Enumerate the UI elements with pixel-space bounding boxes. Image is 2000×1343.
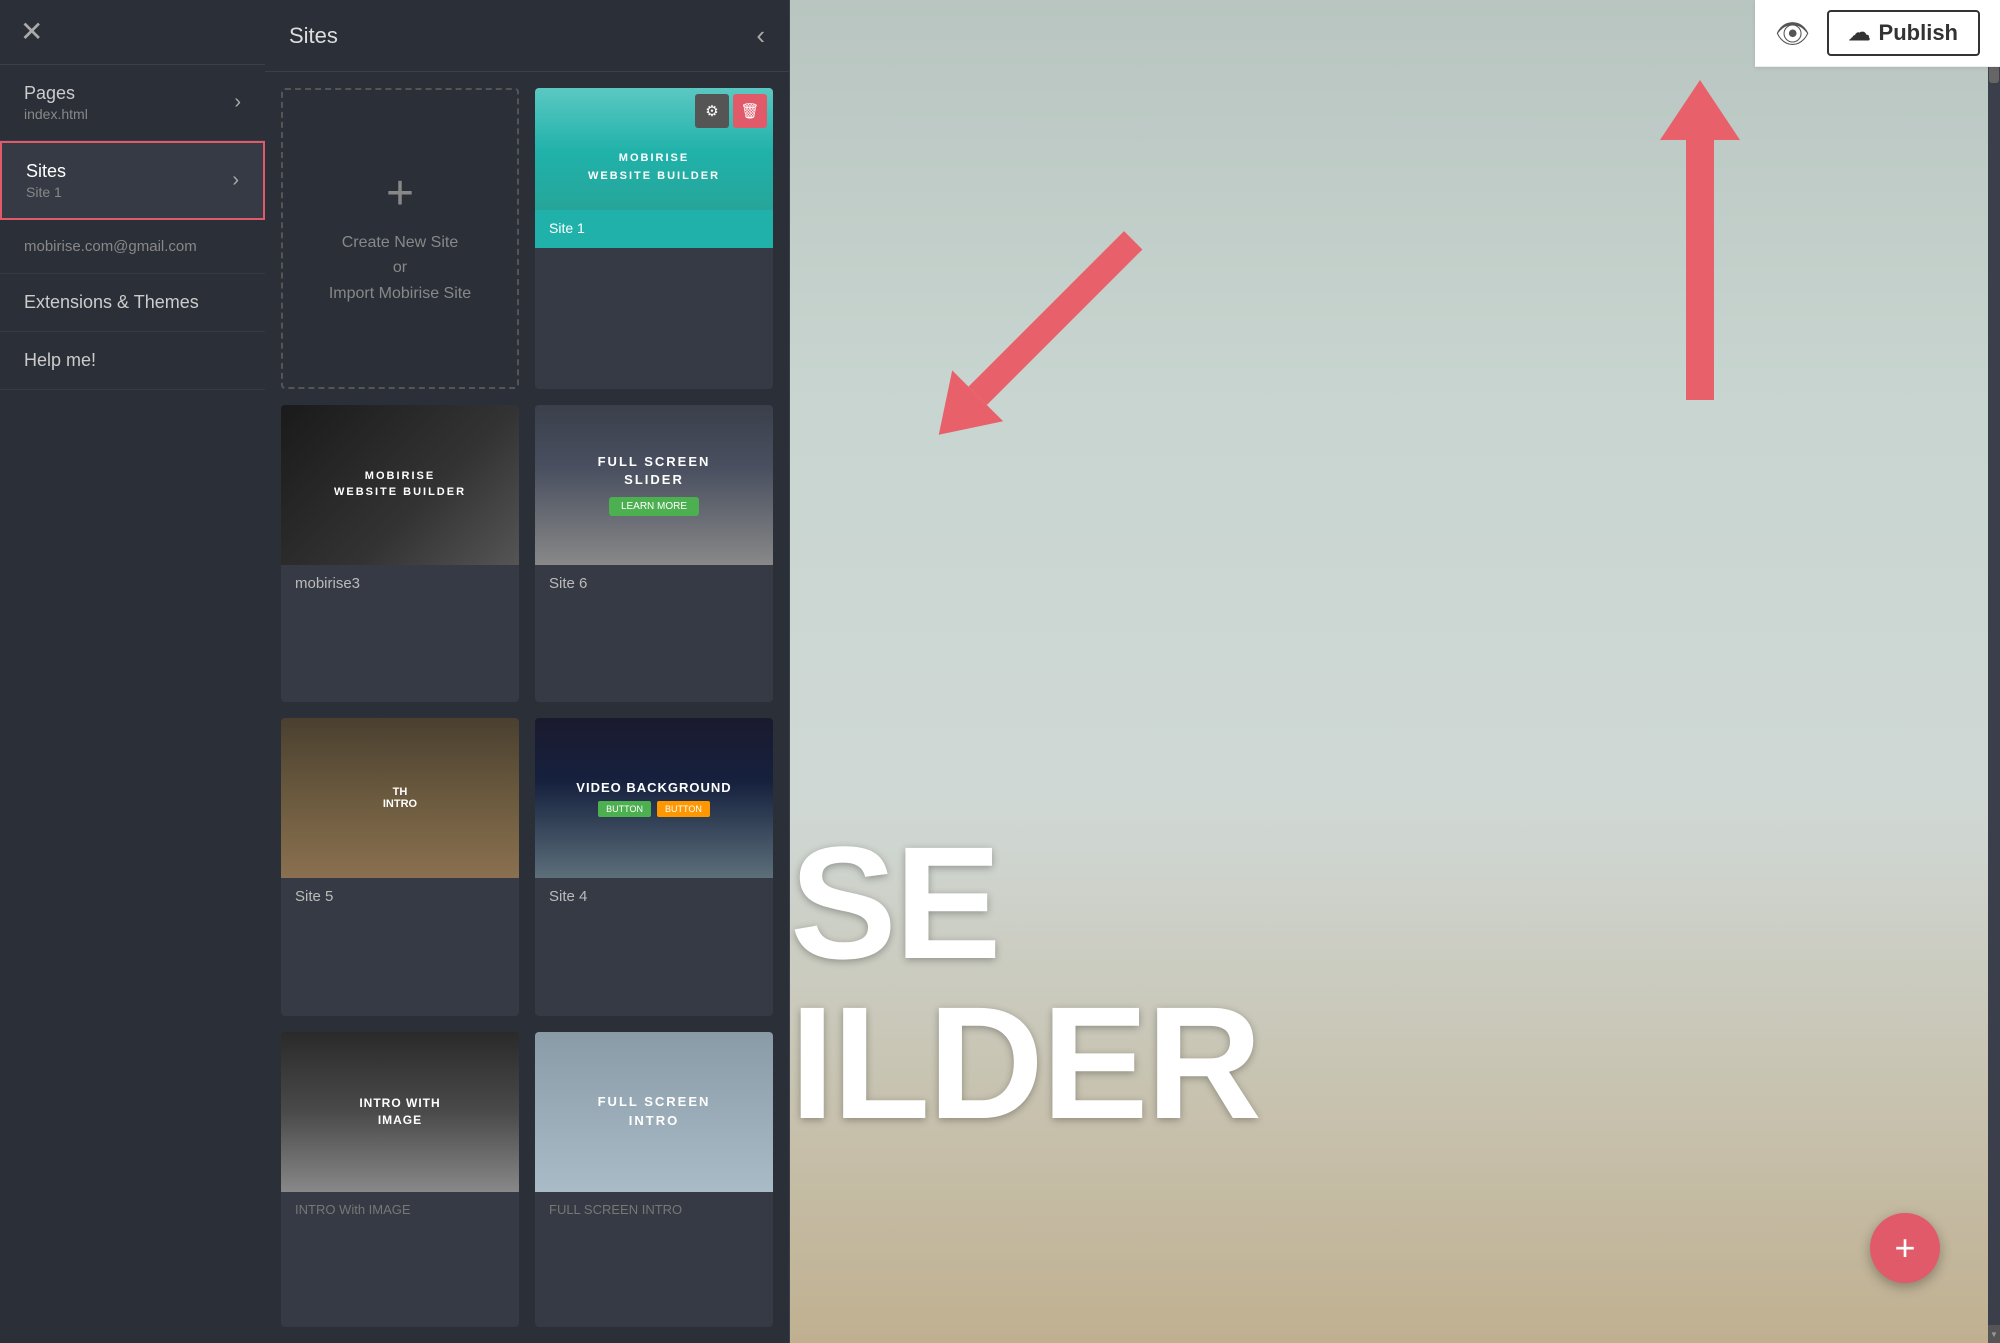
chevron-right-icon-sites: › [232,169,239,192]
sidebar-item-help[interactable]: Help me! [0,332,265,390]
sites-panel-close-button[interactable]: ‹ [756,20,765,51]
sidebar-pages-sub: index.html [24,106,88,122]
sidebar-item-extensions[interactable]: Extensions & Themes [0,274,265,332]
sites-panel: Sites ‹ + Create New Site or Import Mobi… [265,0,790,1343]
create-plus-icon: + [386,170,414,218]
mobirise3-thumbnail: MOBIRISEWEBSITE BUILDER [281,405,519,565]
arrow-shaft-2 [968,231,1142,405]
sidebar-pages-label: Pages [24,83,88,104]
main-topbar: 👁 ☁ Publish [1755,0,2000,67]
create-new-site-card[interactable]: + Create New Site or Import Mobirise Sit… [281,88,519,389]
site-card-mobirise3[interactable]: MOBIRISEWEBSITE BUILDER mobirise3 [281,405,519,703]
site1-overlay-text: Site 1 [549,220,585,236]
preview-icon[interactable]: 👁 [1775,17,1811,50]
site5-thumbnail: THINTRO [281,718,519,878]
sidebar-header: ✕ [0,0,265,65]
arrow-shaft [1686,140,1714,400]
site4-label: Site 4 [535,878,773,915]
publish-button[interactable]: ☁ Publish [1827,10,1980,56]
arrow-down-left-decoration [913,215,1158,460]
full-intro-thumbnail: FULL SCREENINTRO [535,1032,773,1192]
site5-label: Site 5 [281,878,519,915]
sidebar: ✕ Pages index.html › Sites Site 1 › mobi… [0,0,265,1343]
hero-text: SE ILDER [790,823,1260,1143]
site-card-full-intro[interactable]: FULL SCREENINTRO FULL SCREEN INTRO [535,1032,773,1328]
sites-panel-header: Sites ‹ [265,0,789,72]
intro-image-label: INTRO With IMAGE [281,1192,519,1227]
main-canvas: 👁 ☁ Publish SE ILDER + [790,0,2000,1343]
site6-thumbnail: FULL SCREENSLIDER LEARN MORE [535,405,773,565]
chevron-right-icon: › [234,91,241,114]
cloud-upload-icon: ☁ [1849,20,1871,46]
site4-thumbnail: VIDEO BACKGROUND BUTTON BUTTON [535,718,773,878]
site-card-site5[interactable]: THINTRO Site 5 [281,718,519,1016]
site4-thumb-text: VIDEO BACKGROUND [576,780,731,795]
intro-image-thumb-text: INTRO WITHIMAGE [359,1095,440,1129]
sidebar-sites-label: Sites [26,161,66,182]
user-email: mobirise.com@gmail.com [0,220,265,274]
mobirise3-thumb-text: MOBIRISEWEBSITE BUILDER [334,469,466,500]
site1-thumbnail: MOBIRISEWEBSITE BUILDER ⚙ 🗑 Site 1 [535,88,773,248]
create-card-label: Create New Site or Import Mobirise Site [329,230,471,307]
full-intro-label: FULL SCREEN INTRO [535,1192,773,1227]
sidebar-sites-sub: Site 1 [26,184,66,200]
intro-image-thumbnail: INTRO WITHIMAGE [281,1032,519,1192]
sites-grid: + Create New Site or Import Mobirise Sit… [265,72,789,1343]
site-card-intro-image[interactable]: INTRO WITHIMAGE INTRO With IMAGE [281,1032,519,1328]
arrow-head-icon [1660,80,1740,140]
site-card-site1[interactable]: MOBIRISEWEBSITE BUILDER ⚙ 🗑 Site 1 [535,88,773,389]
mobirise3-label: mobirise3 [281,565,519,602]
close-button[interactable]: ✕ [20,18,43,46]
publish-label: Publish [1879,20,1958,46]
site1-thumb-text: MOBIRISEWEBSITE BUILDER [588,150,720,185]
sidebar-item-pages[interactable]: Pages index.html › [0,65,265,141]
sidebar-item-sites[interactable]: Sites Site 1 › [0,141,265,220]
site6-thumb-text: FULL SCREENSLIDER [598,453,711,489]
site1-delete-button[interactable]: 🗑 [733,94,767,128]
sidebar-nav: Pages index.html › Sites Site 1 › mobiri… [0,65,265,1343]
site-card-site4[interactable]: VIDEO BACKGROUND BUTTON BUTTON Site 4 [535,718,773,1016]
fab-add-button[interactable]: + [1870,1213,1940,1283]
hero-line1: SE [790,823,1260,983]
full-intro-thumb-text: FULL SCREENINTRO [598,1093,711,1129]
arrow-up-right-decoration [1660,80,1740,400]
hero-line2: ILDER [790,983,1260,1143]
site6-label: Site 6 [535,565,773,602]
site-card-site6[interactable]: FULL SCREENSLIDER LEARN MORE Site 6 [535,405,773,703]
site5-thumb-text: THINTRO [383,786,417,810]
site1-settings-button[interactable]: ⚙ [695,94,729,128]
sites-panel-title: Sites [289,23,338,49]
